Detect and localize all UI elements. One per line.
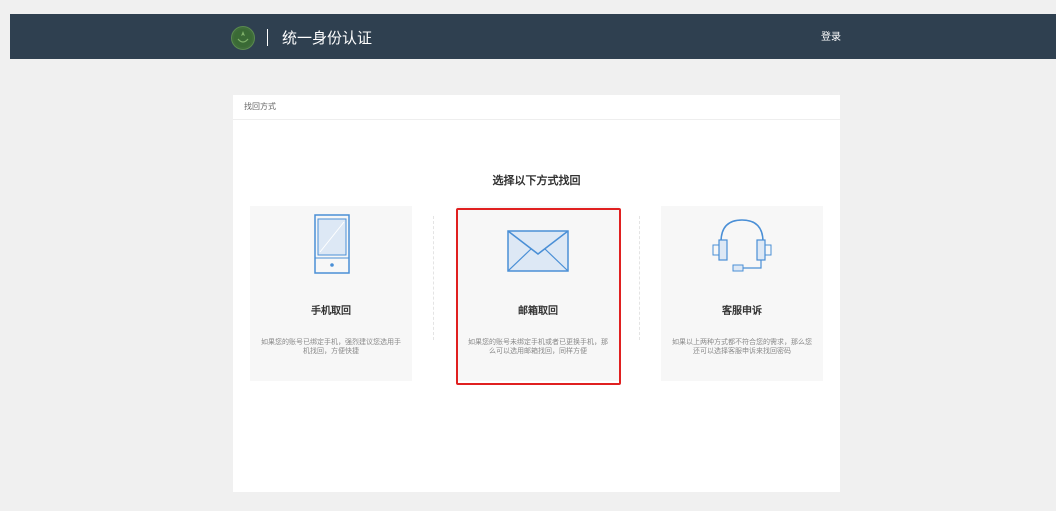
headset-icon (661, 206, 823, 291)
site-logo-icon (231, 26, 255, 50)
mail-icon (457, 206, 619, 291)
option-phone-description: 如果您的账号已绑定手机，强烈建议您选用手机找回，方便快捷 (261, 338, 401, 355)
option-separator (639, 216, 640, 340)
option-customer-service[interactable]: 客服申诉 如果以上两种方式都不符合您的需求，那么您还可以选择客服申诉来找回密码 (661, 206, 823, 381)
option-service-label: 客服申诉 (722, 306, 762, 317)
option-phone-label: 手机取回 (311, 306, 351, 317)
section-heading: 选择以下方式找回 (492, 174, 581, 187)
option-service-description: 如果以上两种方式都不符合您的需求，那么您还可以选择客服申诉来找回密码 (672, 338, 812, 355)
title-divider (267, 29, 268, 46)
option-email-description: 如果您的账号未绑定手机或者已更换手机，那么可以选用邮箱找回，同样方便 (468, 338, 608, 355)
recovery-card: 找回方式 选择以下方式找回 手机取回 如果您的账号已绑定手机，强烈建议您选用手机… (233, 95, 840, 492)
phone-icon (250, 206, 412, 291)
top-navbar (10, 14, 1056, 59)
option-separator (433, 216, 434, 340)
breadcrumb: 找回方式 (233, 95, 840, 120)
option-phone-recovery[interactable]: 手机取回 如果您的账号已绑定手机，强烈建议您选用手机找回，方便快捷 (250, 206, 412, 381)
option-email-label: 邮箱取回 (518, 306, 558, 317)
app-title: 统一身份认证 (282, 29, 373, 47)
breadcrumb-label: 找回方式 (244, 102, 276, 111)
login-link[interactable]: 登录 (821, 32, 841, 44)
option-email-recovery[interactable]: 邮箱取回 如果您的账号未绑定手机或者已更换手机，那么可以选用邮箱找回，同样方便 (457, 206, 619, 381)
